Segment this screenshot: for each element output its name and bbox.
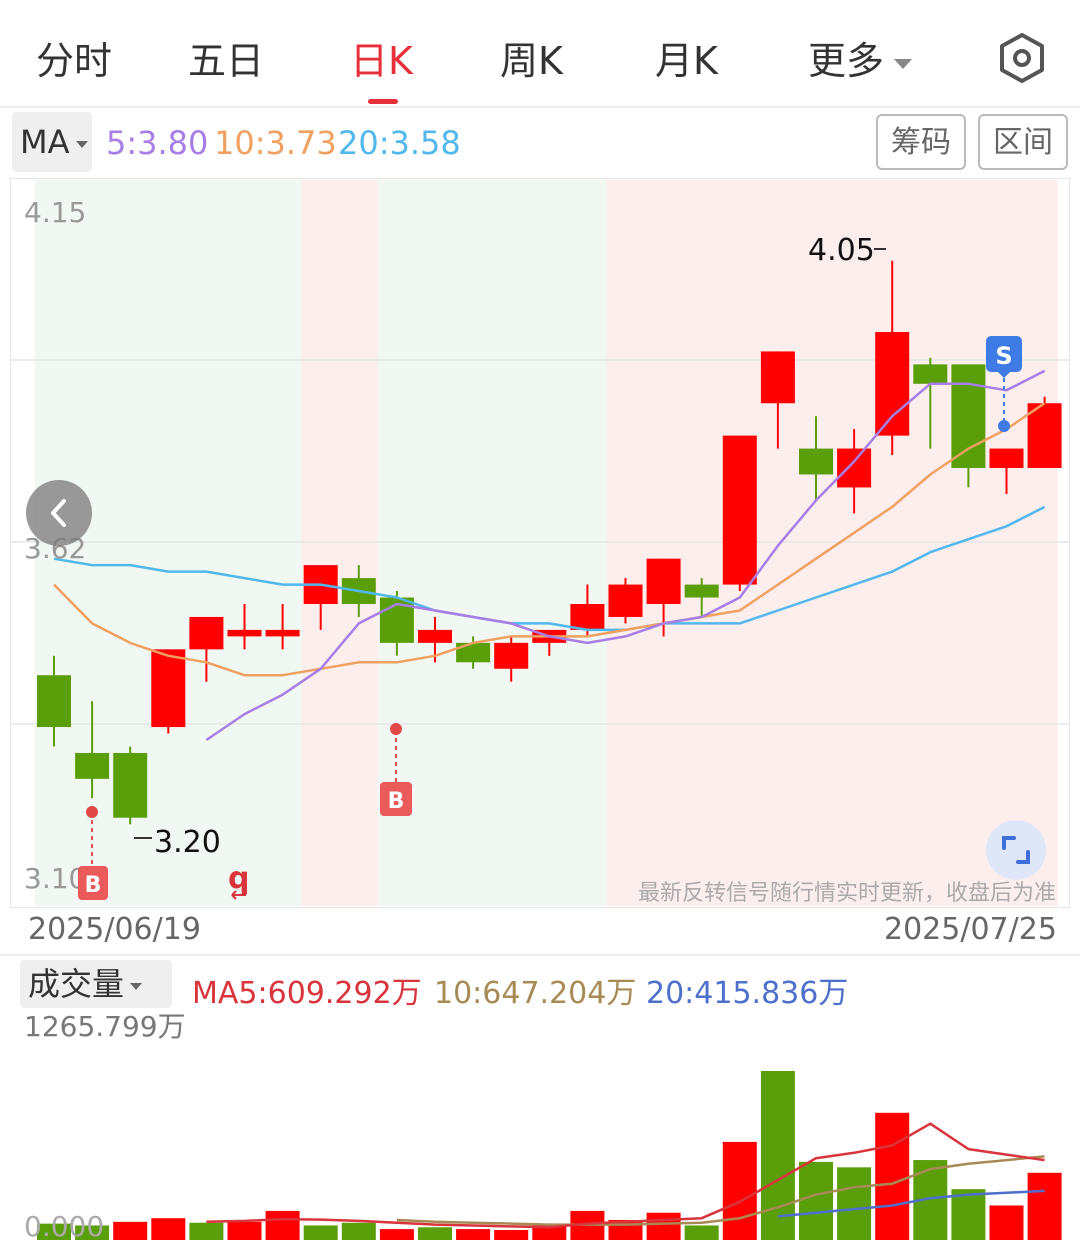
volume-bar <box>265 1210 300 1240</box>
volume-axis-max: 1265.799万 <box>24 1010 186 1043</box>
volume-bar <box>684 1225 719 1240</box>
candle-body <box>684 584 719 598</box>
candle-body <box>570 604 605 630</box>
volume-selector-label: 成交量 <box>28 965 125 1003</box>
volume-bar <box>989 1205 1024 1240</box>
candle-body <box>418 629 452 643</box>
price-axis-top: 4.15 <box>24 196 86 229</box>
candle-body <box>494 642 529 669</box>
volume-bar <box>799 1161 833 1240</box>
candle-body <box>837 448 872 488</box>
candle-body <box>989 448 1024 468</box>
volume-ma10-line <box>396 1155 1045 1226</box>
volume-bar <box>418 1227 452 1240</box>
candle-body <box>113 752 148 818</box>
volume-bar <box>227 1221 262 1240</box>
signal-band-green <box>377 180 607 906</box>
candle-body <box>1027 403 1062 468</box>
buy-signal-label: B <box>85 873 102 898</box>
section-divider <box>0 954 1080 956</box>
candle-body <box>37 675 71 728</box>
volume-bar <box>341 1222 376 1240</box>
q-marker-icon: q <box>228 861 249 900</box>
buy-signal-label: B <box>388 789 405 814</box>
candle-body <box>608 584 643 617</box>
candle-body <box>646 558 681 604</box>
volume-bar <box>722 1141 757 1240</box>
candle-body <box>760 351 795 404</box>
candle-body <box>189 616 224 650</box>
candle-body <box>951 364 986 468</box>
sell-signal-label: S <box>995 342 1012 370</box>
volume-chart[interactable]: 1265.799万 0.000 <box>0 1000 1080 1257</box>
volume-bar <box>875 1112 910 1240</box>
fullscreen-button[interactable] <box>986 820 1046 880</box>
volume-bar <box>189 1222 224 1240</box>
candle-body <box>75 752 110 779</box>
signal-band-red <box>606 180 1058 906</box>
volume-bar <box>646 1212 681 1240</box>
low-price-label: 3.20 <box>154 825 221 860</box>
volume-bar <box>1027 1172 1062 1240</box>
volume-bar <box>303 1225 338 1240</box>
expand-icon <box>1002 836 1030 864</box>
candle-body <box>722 435 757 585</box>
volume-bar <box>456 1229 491 1240</box>
signal-notice: 最新反转信号随行情实时更新，收盘后为准 <box>638 881 1056 906</box>
svg-text:q: q <box>228 861 249 896</box>
candle-body <box>151 649 186 728</box>
candle-body <box>913 364 948 384</box>
scroll-left-button[interactable] <box>26 480 92 546</box>
volume-bar <box>494 1230 529 1240</box>
signal-band-red <box>301 180 378 906</box>
candle-body <box>265 629 300 637</box>
volume-bar <box>379 1229 414 1240</box>
volume-bar <box>113 1221 148 1240</box>
kline-chart[interactable]: 4.15 3.62 3.10 4.05 3.20 最新反转信号随行情实时更新，收… <box>0 0 1080 910</box>
price-axis-bottom: 3.10 <box>24 862 86 895</box>
volume-bar <box>837 1167 872 1240</box>
date-end: 2025/07/25 <box>884 912 1057 947</box>
candle-body <box>227 629 262 637</box>
volume-axis-min: 0.000 <box>24 1210 104 1243</box>
candle-body <box>799 448 833 475</box>
date-start: 2025/06/19 <box>28 912 201 947</box>
volume-bar <box>151 1218 186 1240</box>
chevron-down-icon <box>130 982 143 990</box>
chevron-left-icon <box>51 499 66 527</box>
high-price-label: 4.05 <box>808 233 875 268</box>
candle-body <box>875 332 910 436</box>
